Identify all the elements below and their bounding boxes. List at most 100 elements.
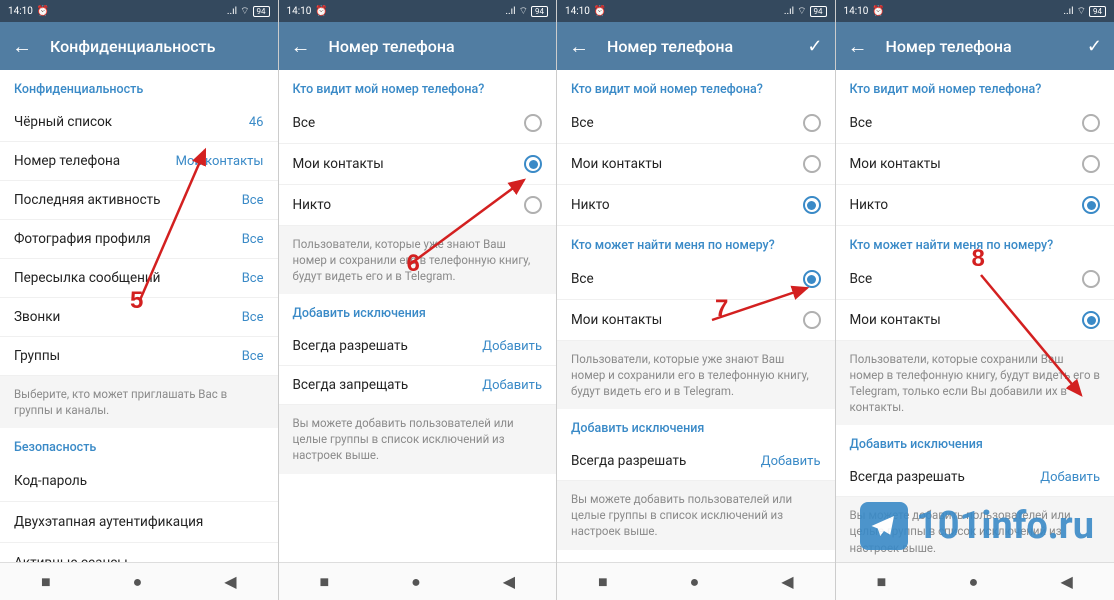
back-icon[interactable]: ← <box>569 34 589 59</box>
check-icon[interactable]: ✓ <box>1087 36 1102 57</box>
back-icon[interactable]: ← <box>848 34 868 59</box>
option-contacts[interactable]: Мои контакты <box>836 144 1114 185</box>
option-label: Все <box>571 115 594 131</box>
nav-back-icon[interactable]: ◀ <box>781 572 793 591</box>
row-value: Добавить <box>761 454 821 469</box>
row-always-allow[interactable]: Всегда разрешать Добавить <box>279 327 557 366</box>
statusbar: 14:10⏰ ..ıl⌔94 <box>557 0 835 22</box>
row-twostep[interactable]: Двухэтапная аутентификация <box>0 502 278 543</box>
phone-1: 14:10⏰ ..ıl⌔94 ← Конфиденциальность Конф… <box>0 0 279 600</box>
row-label: Группы <box>14 348 60 364</box>
row-label: Звонки <box>14 309 60 325</box>
row-phone[interactable]: Номер телефонаМои контакты <box>0 142 278 181</box>
check-icon[interactable]: ✓ <box>807 36 822 57</box>
wifi-icon: ⌔ <box>519 5 528 18</box>
option-contacts[interactable]: Мои контакты <box>279 144 557 185</box>
row-value: Все <box>242 232 264 247</box>
back-icon[interactable]: ← <box>291 34 311 59</box>
row-blacklist[interactable]: Чёрный список 46 <box>0 103 278 142</box>
wifi-icon: ⌔ <box>797 5 806 18</box>
radio-icon <box>803 114 821 132</box>
nav-home-icon[interactable]: ● <box>133 572 143 592</box>
watermark: 101info.ru <box>860 502 1094 550</box>
row-value: Добавить <box>1040 470 1100 485</box>
option-label: Все <box>850 271 873 287</box>
row-value: Все <box>242 271 264 286</box>
row-label: Пересылка сообщений <box>14 270 160 286</box>
row-calls[interactable]: ЗвонкиВсе <box>0 298 278 337</box>
option-everyone[interactable]: Все <box>836 103 1114 144</box>
wifi-icon: ⌔ <box>1077 5 1086 18</box>
back-icon[interactable]: ← <box>12 34 32 59</box>
statusbar: 14:10⏰ ..ıl⌔94 <box>279 0 557 22</box>
row-photo[interactable]: Фотография профиляВсе <box>0 220 278 259</box>
option-label: Все <box>293 115 316 131</box>
section-whofinds: Кто может найти меня по номеру? <box>836 226 1114 259</box>
radio-icon <box>524 114 542 132</box>
status-time: 14:10 <box>287 6 312 17</box>
nav-back-icon[interactable]: ◀ <box>1061 572 1073 591</box>
header: ← Конфиденциальность <box>0 22 278 70</box>
hint-exceptions: Вы можете добавить пользователей или цел… <box>279 405 557 473</box>
radio-icon <box>1082 114 1100 132</box>
row-always-allow[interactable]: Всегда разрешатьДобавить <box>836 458 1114 497</box>
row-always-deny[interactable]: Всегда запрещатьДобавить <box>279 366 557 405</box>
option-find-everyone[interactable]: Все <box>557 259 835 300</box>
option-find-everyone[interactable]: Все <box>836 259 1114 300</box>
option-label: Мои контакты <box>571 156 662 172</box>
hint-exceptions: Вы можете добавить пользователей или цел… <box>557 481 835 549</box>
signal-icon: ..ıl <box>1063 6 1073 17</box>
option-label: Никто <box>293 197 332 213</box>
option-label: Все <box>571 271 594 287</box>
radio-icon <box>803 196 821 214</box>
watermark-text: 101info.ru <box>916 504 1094 548</box>
row-forward[interactable]: Пересылка сообщений Все <box>0 259 278 298</box>
row-label: Всегда разрешать <box>571 453 686 469</box>
option-label: Мои контакты <box>293 156 384 172</box>
section-privacy: Конфиденциальность <box>0 70 278 103</box>
status-time: 14:10 <box>8 6 33 17</box>
nav-recents-icon[interactable]: ■ <box>877 572 887 592</box>
row-value: 46 <box>249 115 264 130</box>
option-nobody[interactable]: Никто <box>836 185 1114 226</box>
header: ← Номер телефона <box>279 22 557 70</box>
nav-recents-icon[interactable]: ■ <box>319 572 329 592</box>
page-title: Номер телефона <box>886 37 1069 56</box>
option-find-contacts[interactable]: Мои контакты <box>557 300 835 341</box>
option-nobody[interactable]: Никто <box>557 185 835 226</box>
row-groups[interactable]: ГруппыВсе <box>0 337 278 376</box>
row-always-allow[interactable]: Всегда разрешать Добавить <box>557 442 835 481</box>
nav-back-icon[interactable]: ◀ <box>503 572 515 591</box>
section-exceptions: Добавить исключения <box>836 425 1114 458</box>
signal-icon: ..ıl <box>505 6 515 17</box>
row-value: Добавить <box>482 339 542 354</box>
nav-recents-icon[interactable]: ■ <box>598 572 608 592</box>
radio-icon <box>803 270 821 288</box>
section-whosees: Кто видит мой номер телефона? <box>279 70 557 103</box>
nav-home-icon[interactable]: ● <box>969 572 979 592</box>
row-lastseen[interactable]: Последняя активностьВсе <box>0 181 278 220</box>
option-everyone[interactable]: Все <box>557 103 835 144</box>
option-find-contacts[interactable]: Мои контакты <box>836 300 1114 341</box>
navbar: ■ ● ◀ <box>836 562 1114 600</box>
row-passcode[interactable]: Код-пароль <box>0 461 278 502</box>
status-time: 14:10 <box>844 6 869 17</box>
option-nobody[interactable]: Никто <box>279 185 557 226</box>
nav-home-icon[interactable]: ● <box>690 572 700 592</box>
radio-icon <box>1082 270 1100 288</box>
page-title: Конфиденциальность <box>50 37 266 56</box>
nav-back-icon[interactable]: ◀ <box>224 572 236 591</box>
option-everyone[interactable]: Все <box>279 103 557 144</box>
row-label: Всегда разрешать <box>293 338 408 354</box>
signal-icon: ..ıl <box>227 6 237 17</box>
radio-icon <box>1082 311 1100 329</box>
row-label: Номер телефона <box>14 153 120 169</box>
battery-icon: 94 <box>810 6 827 17</box>
nav-home-icon[interactable]: ● <box>411 572 421 592</box>
status-time: 14:10 <box>565 6 590 17</box>
hint-whosees: Пользователи, которые уже знают Ваш номе… <box>279 226 557 294</box>
row-label: Чёрный список <box>14 114 112 130</box>
option-contacts[interactable]: Мои контакты <box>557 144 835 185</box>
nav-recents-icon[interactable]: ■ <box>41 572 51 592</box>
section-whosees: Кто видит мой номер телефона? <box>836 70 1114 103</box>
